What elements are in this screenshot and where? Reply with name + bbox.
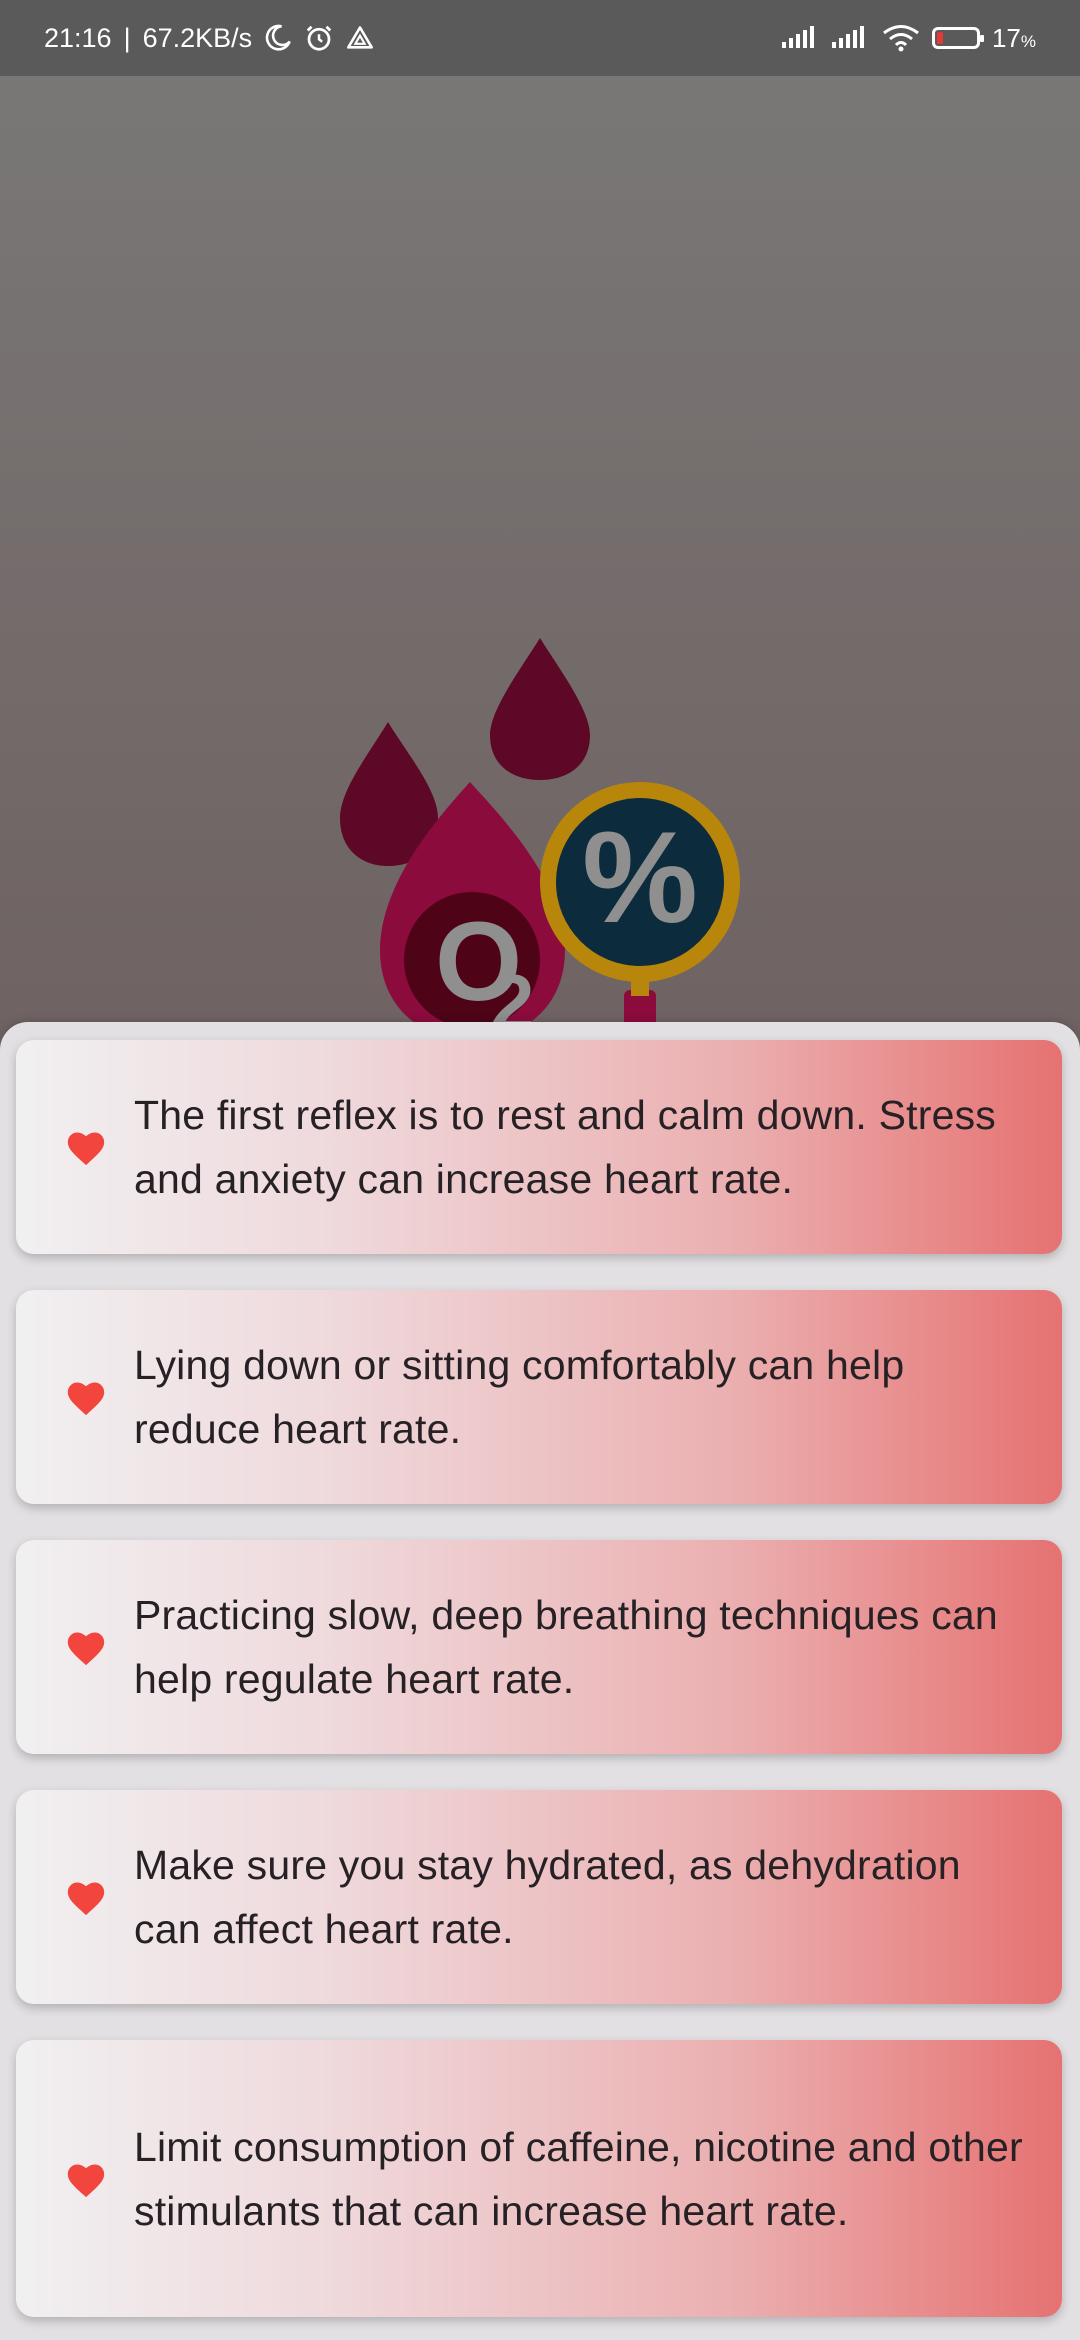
- signal-icon: [781, 26, 820, 50]
- tip-text: The first reflex is to rest and calm dow…: [134, 1092, 996, 1202]
- tip-card: Limit consumption of caffeine, nicotine …: [16, 2040, 1062, 2317]
- tip-text: Limit consumption of caffeine, nicotine …: [134, 2123, 1023, 2234]
- tip-card: Make sure you stay hydrated, as dehydrat…: [16, 1790, 1062, 2004]
- percent-symbol: %: [582, 804, 698, 950]
- drive-icon: [346, 24, 374, 52]
- heart-icon: [67, 1882, 105, 1916]
- heart-icon: [67, 1382, 105, 1416]
- status-right: 17%: [781, 23, 1036, 54]
- tips-sheet: The first reflex is to rest and calm dow…: [0, 1022, 1080, 2340]
- tip-card: The first reflex is to rest and calm dow…: [16, 1040, 1062, 1254]
- clock: 21:16: [44, 22, 112, 53]
- battery-fill: [936, 32, 943, 44]
- battery-percent: 17%: [992, 23, 1036, 54]
- status-separator: |: [123, 22, 131, 53]
- oxygen-illustration: O 2 %: [340, 638, 740, 1030]
- alarm-icon: [304, 23, 334, 53]
- heart-icon: [67, 2163, 105, 2197]
- status-left: 21:16 | 67.2KB/s: [44, 23, 374, 54]
- signal-icon: [831, 26, 870, 50]
- battery-percent-value: 17: [991, 22, 1021, 53]
- tip-card: Practicing slow, deep breathing techniqu…: [16, 1540, 1062, 1754]
- wifi-icon: [882, 24, 920, 52]
- tip-text: Make sure you stay hydrated, as dehydrat…: [134, 1842, 961, 1952]
- network-speed: 67.2KB/s: [142, 22, 253, 53]
- battery-icon: [931, 27, 984, 49]
- heart-icon: [67, 1132, 105, 1166]
- tip-text: Lying down or sitting comfortably can he…: [134, 1342, 905, 1452]
- o2-subscript: 2: [490, 958, 535, 1030]
- status-bar: 21:16 | 67.2KB/s 17%: [0, 0, 1080, 76]
- moon-icon: [264, 24, 292, 52]
- battery-percent-unit: %: [1020, 31, 1036, 51]
- tip-card: Lying down or sitting comfortably can he…: [16, 1290, 1062, 1504]
- heart-icon: [67, 1632, 105, 1666]
- drop-icon: [490, 638, 590, 780]
- screen: 21:16 | 67.2KB/s 17% O 2 % The first ref…: [0, 0, 1080, 2340]
- tip-text: Practicing slow, deep breathing techniqu…: [134, 1592, 998, 1702]
